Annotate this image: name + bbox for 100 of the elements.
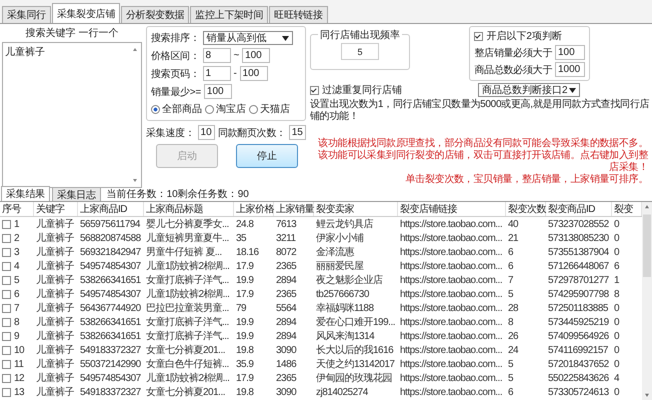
table-cell-text: 长大以后的我1616	[316, 344, 394, 357]
warning-text: 单击裂变次数，宝贝销量，整店销量，上家销量可排序。	[405, 174, 648, 186]
shop-type-radio[interactable]: 天猫店	[249, 102, 290, 116]
table-cell: 549574854307	[80, 260, 141, 272]
table-cell: https://store.taobao.com...	[400, 232, 502, 244]
column-header[interactable]: 裂变商品ID	[546, 202, 612, 216]
column-header[interactable]: 裂变卖家	[314, 202, 398, 216]
tab[interactable]: 旺旺转链接	[269, 6, 328, 23]
column-header[interactable]: 裂变次数	[506, 202, 546, 216]
table-cell: 573305724613	[548, 386, 609, 398]
range-max-field[interactable]: 100	[240, 66, 268, 81]
table-cell-text: 男童牛仔短裤 夏...	[146, 246, 222, 259]
column-header[interactable]: 关键字	[34, 202, 78, 216]
tab[interactable]: 采集同行	[2, 6, 51, 23]
range-min-field[interactable]: 8	[202, 48, 231, 63]
warning-text: 该功能根据找同款原理查找，部分商品没有同款可能会导致采集的数据不多。	[318, 138, 648, 150]
table-cell-text: 儿童裤子	[36, 316, 74, 329]
row-checkbox[interactable]	[2, 388, 11, 396]
row-checkbox[interactable]	[2, 360, 11, 368]
row-checkbox[interactable]	[2, 234, 11, 242]
range-max-field[interactable]: 100	[242, 48, 270, 63]
judge-field[interactable]: 100	[555, 45, 585, 60]
row-checkbox[interactable]	[2, 262, 11, 270]
table-cell: 12	[14, 372, 24, 384]
page-turns-field[interactable]: 15	[288, 125, 306, 140]
table-cell: 9	[14, 330, 20, 342]
table-cell: 565975611794	[80, 218, 140, 230]
table-cell: https://store.taobao.com...	[400, 372, 502, 384]
range-label: 价格区间：	[151, 50, 200, 62]
table-cell-text: 儿童裤子	[36, 218, 74, 231]
table-cell: 569321842947	[80, 246, 141, 258]
interface-dropdown[interactable]: 商品总数判断接口2	[478, 83, 580, 97]
column-header[interactable]: 裂变店铺链接	[398, 202, 506, 216]
row-checkbox[interactable]	[2, 318, 11, 326]
table-cell: 573551387904	[548, 246, 609, 258]
table-cell: 549183372327	[80, 344, 141, 356]
row-checkbox[interactable]	[2, 290, 11, 298]
table-cell: 18.16	[236, 246, 259, 258]
table-cell: 574099564926	[548, 330, 609, 342]
table-cell: 26	[508, 330, 518, 342]
range-min-field[interactable]: 1	[202, 66, 231, 81]
tab[interactable]: 监控上下架时间	[190, 6, 268, 23]
speed-field[interactable]: 10	[198, 125, 215, 140]
table-cell-text: 儿童裤子	[36, 330, 74, 343]
row-checkbox[interactable]	[2, 220, 11, 228]
table-cell: 17.9	[236, 288, 254, 300]
tab[interactable]: 采集裂变店铺	[52, 3, 120, 23]
filter-checkbox[interactable]: 过滤重复同行店铺	[310, 83, 402, 97]
table-cell: 0	[614, 386, 620, 398]
table-cell: 0	[614, 246, 620, 258]
table-cell: 549574854307	[80, 288, 141, 300]
column-header[interactable]: 序号	[0, 202, 34, 216]
table-cell: 2365	[276, 372, 296, 384]
table-cell-text: 风风来淘1314	[316, 330, 374, 343]
column-header[interactable]: 上家商品标题	[144, 202, 234, 216]
column-header[interactable]: 上家销量	[274, 202, 314, 216]
shop-type-radio[interactable]: 淘宝店	[205, 102, 246, 116]
tab[interactable]: 分析裂变数据	[121, 6, 190, 23]
tab[interactable]: 采集结果	[1, 186, 50, 201]
table-cell: 574116992157	[548, 344, 608, 356]
table-cell: 13	[14, 386, 24, 398]
table-cell: 5	[14, 274, 20, 286]
judge-field[interactable]: 1000	[555, 62, 585, 77]
table-cell: 8	[14, 316, 20, 328]
table-cell: 5564	[276, 302, 296, 314]
range-separator: ~	[234, 50, 240, 61]
row-checkbox[interactable]	[2, 304, 11, 312]
table-cell: 568820874588	[80, 232, 141, 244]
usage-note: 设置出现次数为1，同行店铺宝贝数量为5000或更高,就是用同款方式查找同行店铺的功能！	[310, 99, 650, 123]
row-checkbox[interactable]	[2, 374, 11, 382]
row-checkbox[interactable]	[2, 276, 11, 284]
table-cell-text: 儿童裤子	[36, 344, 74, 357]
row-checkbox[interactable]	[2, 346, 11, 354]
table-cell-text: 儿童裤子	[36, 260, 74, 273]
table-cell: 3090	[276, 386, 296, 398]
row-checkbox[interactable]	[2, 332, 11, 340]
column-header[interactable]: 上家价格	[234, 202, 274, 216]
table-cell: 573445925219	[548, 316, 609, 328]
table-cell: 7	[508, 274, 514, 286]
scrollbar-icon[interactable]	[642, 202, 652, 400]
table-cell-text: 丽丽爱民屋	[316, 260, 364, 273]
stop-button[interactable]: 停止	[236, 144, 298, 168]
keywords-field[interactable]: 儿童裤子	[2, 42, 142, 188]
table-cell: 19.9	[236, 316, 254, 328]
row-checkbox[interactable]	[2, 248, 11, 256]
table-cell-text: 婴儿七分裤夏季女...	[146, 218, 229, 231]
column-header[interactable]: 上家商品ID	[78, 202, 144, 216]
tab[interactable]: 采集日志	[52, 187, 101, 201]
table-cell: 17.9	[236, 260, 254, 272]
shop-type-radio[interactable]: 全部商品	[151, 102, 202, 116]
table-cell: 3	[14, 246, 20, 258]
table-cell: 538266341651	[80, 316, 141, 328]
frequency-title: 同行店铺出现频率	[318, 28, 402, 42]
table-cell: 5	[508, 372, 514, 384]
min-sales-field[interactable]: 100	[204, 84, 232, 99]
table-cell: 572501183885	[548, 302, 608, 314]
sort-dropdown[interactable]: 销量从高到低	[202, 31, 293, 45]
judge-checkbox[interactable]: 开启以下2项判断	[474, 29, 562, 43]
table-cell: 549574854307	[80, 372, 141, 384]
frequency-field[interactable]: 5	[341, 43, 379, 60]
